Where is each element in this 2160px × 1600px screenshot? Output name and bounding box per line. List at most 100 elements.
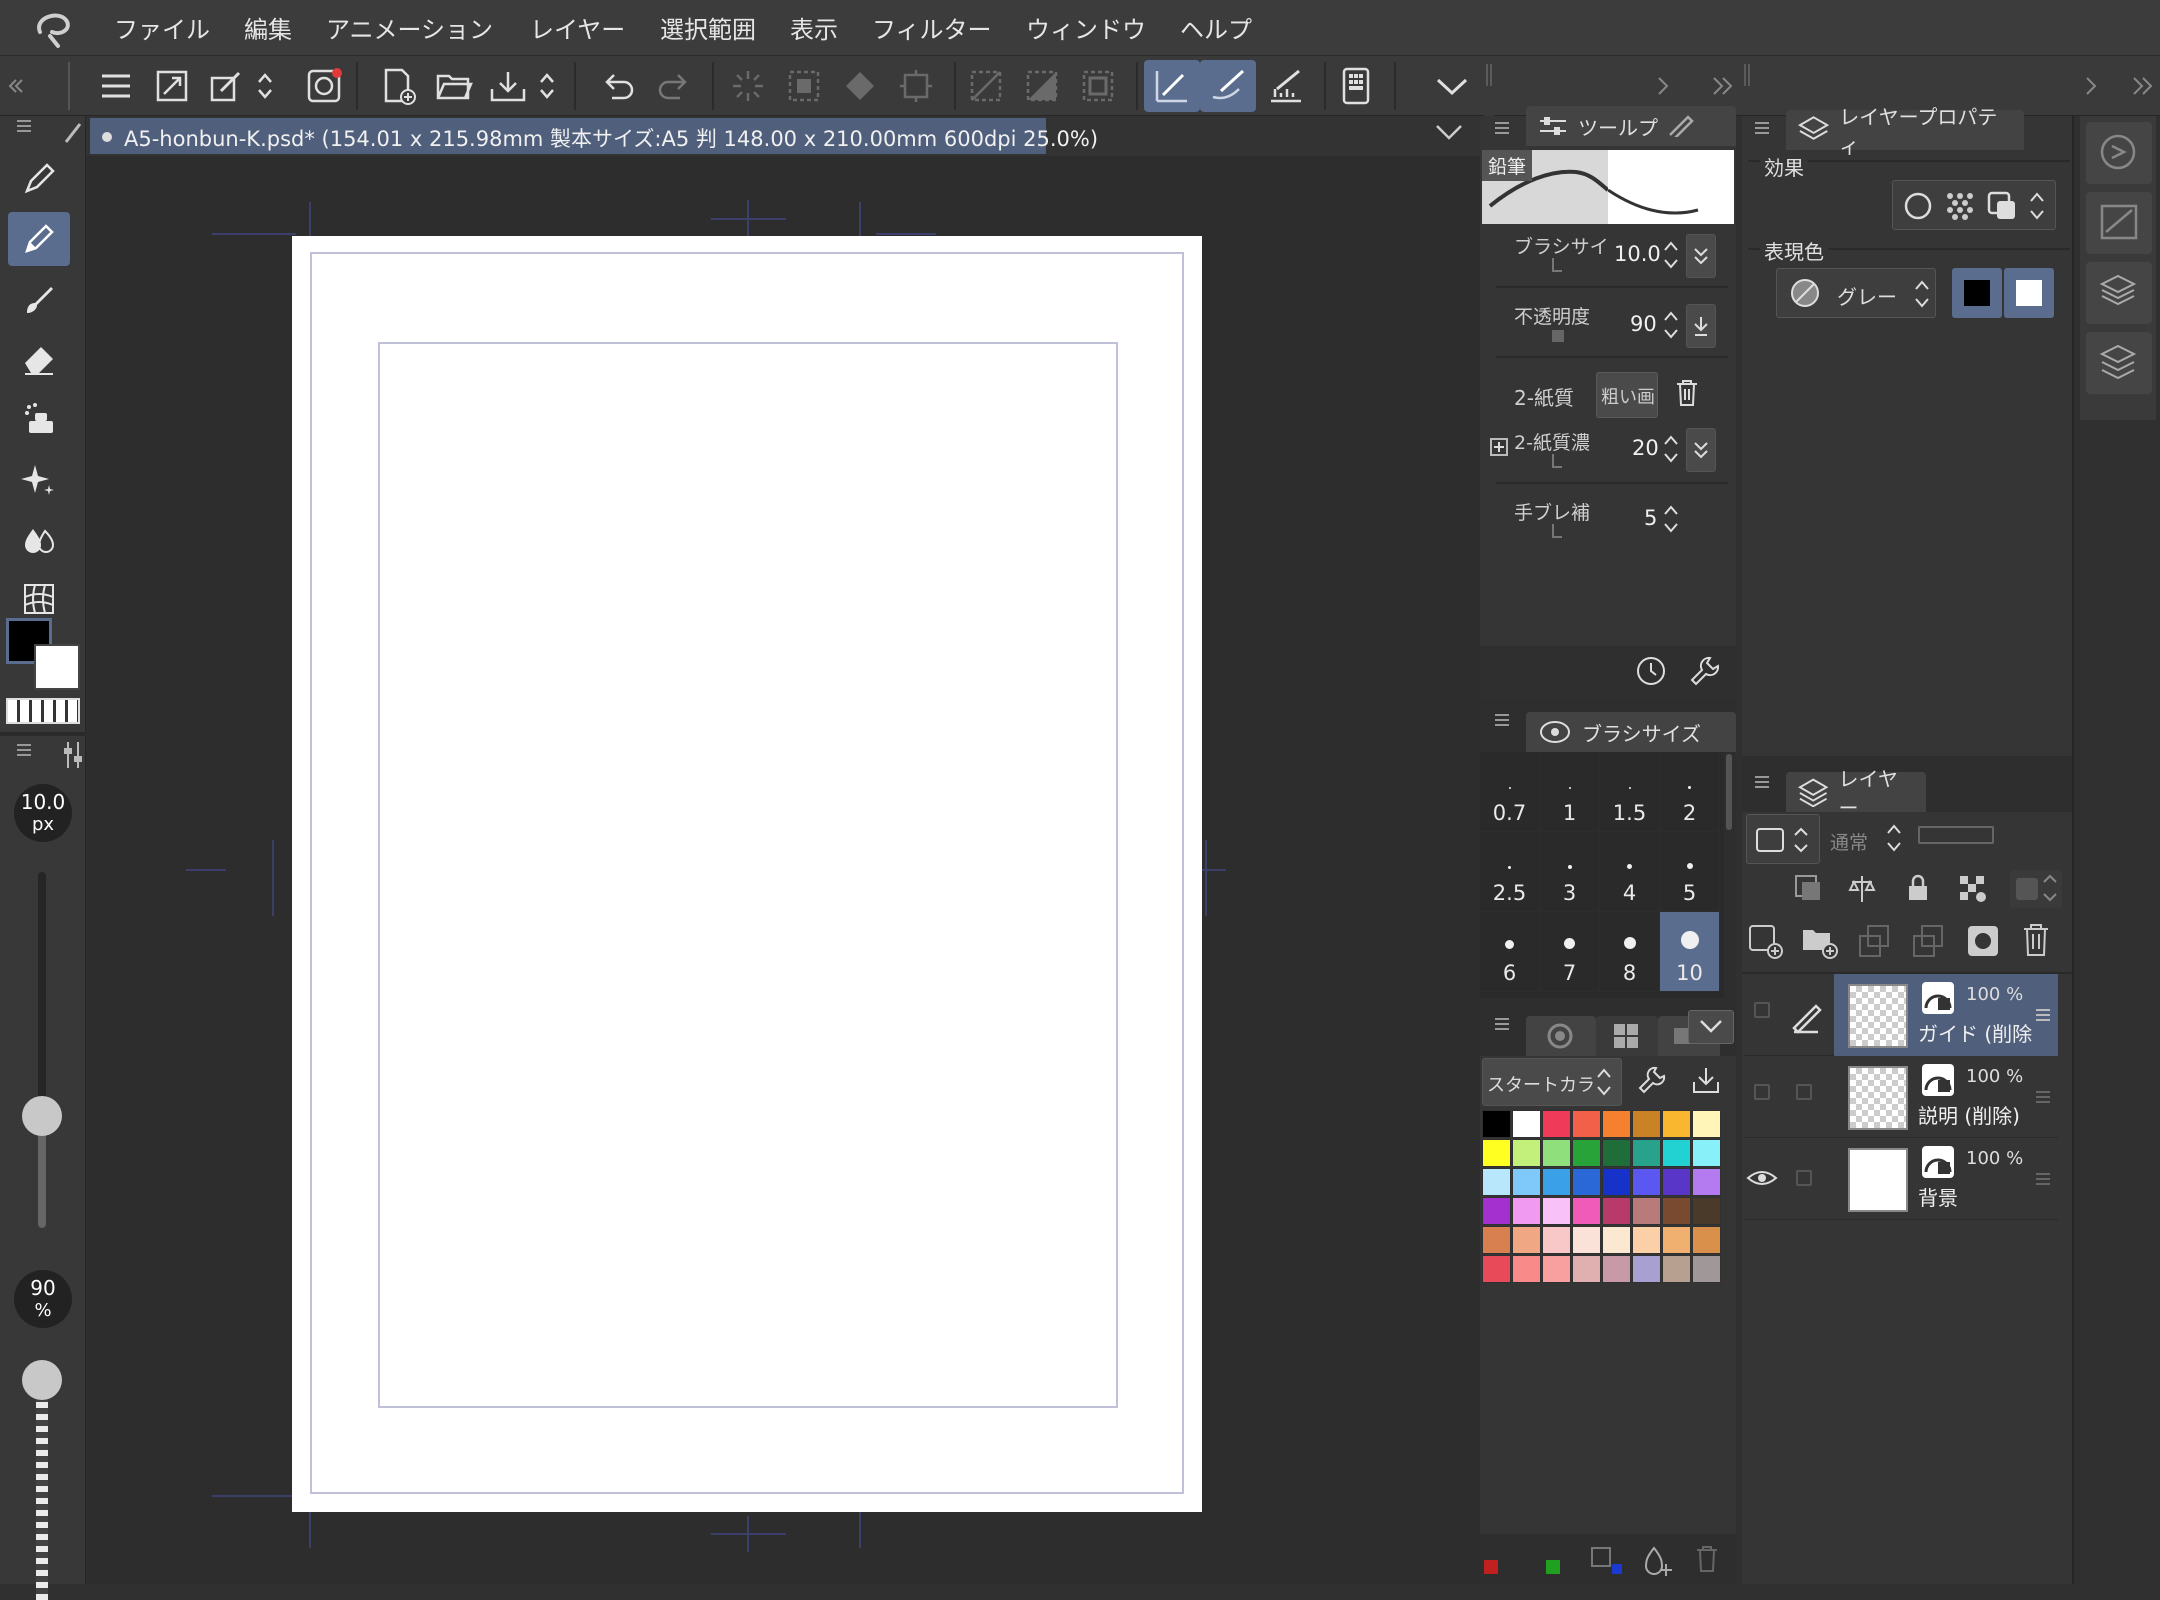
menu-layer[interactable]: レイヤー — [530, 10, 625, 45]
canvas-size-icon[interactable] — [146, 60, 198, 112]
brush-size-preset[interactable]: 2 — [1660, 752, 1720, 832]
color-swatch[interactable] — [1482, 1226, 1511, 1254]
color-swatch[interactable] — [1482, 1110, 1511, 1138]
layer-visibility-toggle[interactable] — [1744, 1056, 1780, 1138]
tab-tool-property[interactable]: ツールプ — [1526, 106, 1736, 146]
menu-help[interactable]: ヘルプ — [1180, 10, 1252, 45]
save-options-icon[interactable] — [532, 60, 562, 112]
panel-menu-icon[interactable] — [14, 116, 44, 146]
brush-size-preset[interactable]: 1.5 — [1600, 752, 1660, 832]
opacity-expand-button[interactable] — [1686, 304, 1716, 348]
layer-drag-handle-icon[interactable] — [2034, 1006, 2052, 1024]
lock-transparent-pixels-icon[interactable] — [1956, 872, 1990, 906]
tab-color-wheel[interactable] — [1526, 1016, 1596, 1056]
sparkle-effect-tool-icon[interactable] — [8, 452, 70, 506]
layer-row[interactable]: 100 % 背景 — [1744, 1138, 2058, 1220]
layer-drag-handle-icon[interactable] — [2034, 1088, 2052, 1106]
panel-menu-icon[interactable] — [1492, 118, 1522, 148]
reference-layer-icon[interactable] — [1846, 872, 1880, 906]
opacity-value-field[interactable]: 90 — [1630, 312, 1657, 336]
slider-settings-icon[interactable] — [62, 740, 84, 770]
layer-edit-indicator[interactable] — [1780, 1056, 1830, 1138]
color-swatch[interactable] — [1542, 1226, 1571, 1254]
wrench-settings-icon[interactable] — [1688, 654, 1724, 690]
panel-menu-icon[interactable] — [14, 740, 44, 770]
history-clock-icon[interactable] — [1634, 654, 1670, 690]
new-raster-layer-icon[interactable] — [1746, 922, 1786, 962]
dropdown-stepper-icon[interactable] — [250, 60, 280, 112]
layer-drag-handle-icon[interactable] — [2034, 1170, 2052, 1188]
menu-animation[interactable]: アニメーション — [326, 10, 493, 45]
color-swatch[interactable] — [1632, 1110, 1661, 1138]
transform-icon[interactable] — [890, 60, 942, 112]
hamburger-menu-icon[interactable] — [90, 60, 142, 112]
save-icon[interactable] — [482, 60, 534, 112]
color-swatch[interactable] — [1572, 1197, 1601, 1225]
color-swatch[interactable] — [1602, 1110, 1631, 1138]
color-panel-chevron-icon[interactable] — [1688, 1010, 1734, 1044]
color-swatch[interactable] — [1572, 1255, 1601, 1283]
pencil-tool-icon[interactable] — [8, 212, 70, 266]
color-swatch[interactable] — [1632, 1197, 1661, 1225]
menu-edit[interactable]: 編集 — [244, 10, 292, 45]
color-swatch[interactable] — [1662, 1226, 1691, 1254]
panel-menu-icon[interactable] — [1492, 1014, 1522, 1044]
color-swatch[interactable] — [1662, 1110, 1691, 1138]
main-drawing-color-button[interactable] — [1952, 268, 2002, 318]
new-file-icon[interactable] — [372, 60, 424, 112]
brush-size-preset[interactable]: 4 — [1600, 832, 1660, 912]
create-mask-icon[interactable] — [1964, 922, 2004, 962]
tab-color-set[interactable] — [1596, 1016, 1658, 1056]
collapse-panel-icon[interactable] — [2128, 60, 2158, 112]
layer-property-dock-icon[interactable] — [2086, 262, 2152, 324]
clear-outside-selection-icon[interactable] — [778, 60, 830, 112]
color-swatch[interactable] — [1692, 1197, 1721, 1225]
fill-icon[interactable] — [834, 60, 886, 112]
decoration-tool-icon[interactable] — [8, 392, 70, 446]
color-swatch[interactable] — [1512, 1226, 1541, 1254]
clip-to-lower-layer-icon[interactable] — [1792, 872, 1826, 906]
color-swatch[interactable] — [1602, 1255, 1631, 1283]
color-swatch[interactable] — [1662, 1168, 1691, 1196]
blend-mode-value[interactable]: 通常 — [1830, 828, 1868, 855]
border-effect-icon[interactable] — [1901, 189, 1935, 223]
sub-drawing-color-button[interactable] — [2004, 268, 2054, 318]
layer-edit-indicator[interactable] — [1780, 974, 1830, 1056]
mask-settings-icon[interactable] — [2010, 870, 2062, 908]
tab-layer[interactable]: レイヤー — [1786, 767, 1926, 820]
paper-density-pressure-button[interactable] — [1686, 428, 1716, 472]
deselect-icon[interactable] — [960, 60, 1012, 112]
color-swatch[interactable] — [1662, 1255, 1691, 1283]
brush-tool-icon[interactable] — [8, 272, 70, 326]
merge-with-lower-layer-icon[interactable] — [1910, 922, 1950, 962]
expand-plus-icon[interactable] — [1490, 438, 1508, 456]
expression-color-stepper[interactable] — [1912, 274, 1934, 314]
blend-mode-stepper[interactable] — [1884, 818, 1906, 858]
layer-visibility-toggle[interactable] — [1744, 974, 1780, 1056]
color-swatch[interactable] — [1572, 1110, 1601, 1138]
brush-size-value-field[interactable]: 10.0 — [1614, 242, 1661, 266]
red-swatch-icon[interactable] — [1484, 1560, 1498, 1574]
brush-size-scrollbar[interactable] — [1726, 754, 1732, 830]
color-swatch[interactable] — [1542, 1255, 1571, 1283]
canvas-area[interactable] — [86, 156, 1480, 1584]
color-swatch[interactable] — [1482, 1139, 1511, 1167]
color-swatch[interactable] — [1632, 1255, 1661, 1283]
color-swatch[interactable] — [1662, 1197, 1691, 1225]
paper-texture-select[interactable]: 粗い画 — [1596, 372, 1658, 418]
stabilization-value-field[interactable]: 5 — [1644, 506, 1657, 530]
tab-brush-size[interactable]: ブラシサイズ — [1526, 712, 1736, 752]
expand-panel-icon[interactable] — [2076, 60, 2106, 112]
layer-edit-indicator[interactable] — [1780, 1138, 1830, 1220]
menu-filter[interactable]: フィルター — [872, 10, 992, 45]
color-swatch[interactable] — [1662, 1139, 1691, 1167]
color-swatch[interactable] — [1572, 1226, 1601, 1254]
document-tab[interactable]: A5-honbun-K.psd* (154.01 x 215.98mm 製本サイ… — [90, 118, 1098, 154]
color-swatch[interactable] — [1512, 1197, 1541, 1225]
tab-layer-property[interactable]: レイヤープロパティ — [1786, 105, 2024, 158]
color-swatch[interactable] — [1692, 1139, 1721, 1167]
collapse-panel-icon[interactable] — [1708, 60, 1738, 112]
sub-view-icon[interactable] — [2086, 192, 2152, 254]
selection-border-icon[interactable] — [1072, 60, 1124, 112]
color-swatch[interactable] — [1542, 1139, 1571, 1167]
